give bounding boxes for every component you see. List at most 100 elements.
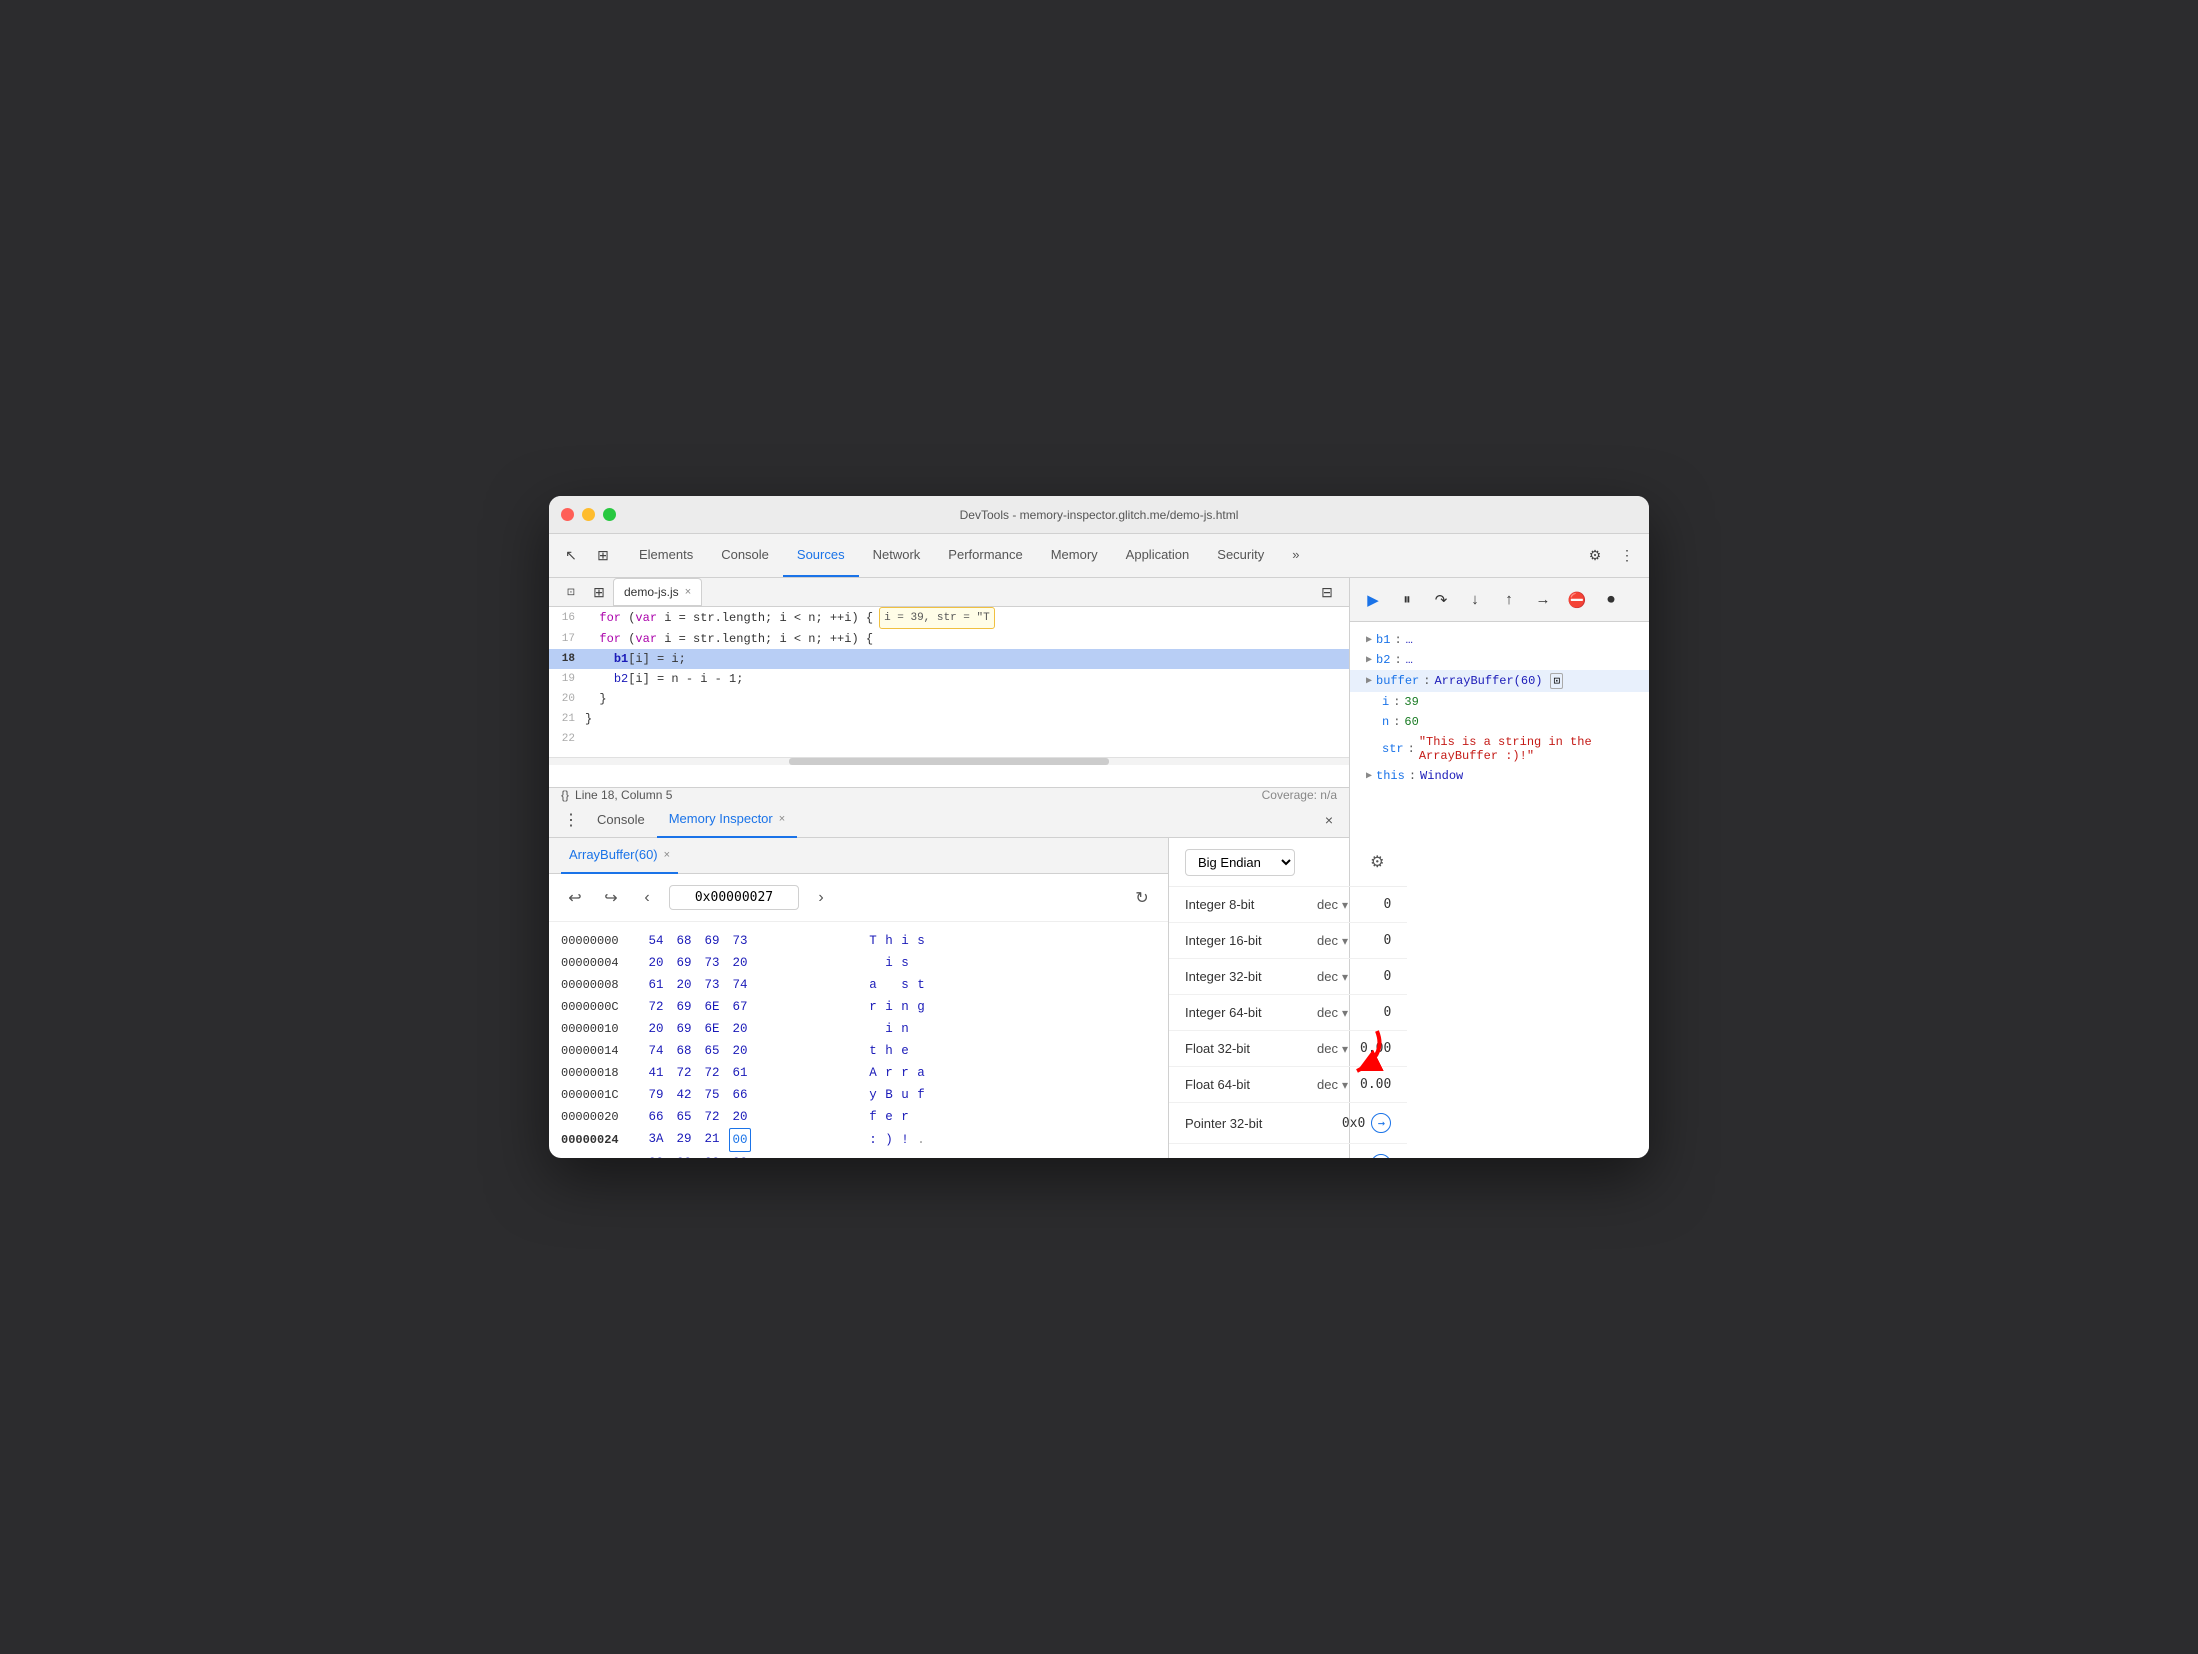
vi-label-ptr64: Pointer 64-bit — [1185, 1157, 1305, 1159]
endian-select[interactable]: Big Endian Little Endian — [1185, 849, 1295, 876]
code-line-17: 17 for (var i = str.length; i < n; ++i) … — [549, 629, 1349, 649]
vi-dropdown-int64[interactable]: ▾ — [1342, 1006, 1348, 1020]
step-over-btn[interactable]: ↷ — [1426, 585, 1456, 615]
record-btn[interactable]: ⏺ — [1596, 585, 1626, 615]
tab-application[interactable]: Application — [1112, 534, 1204, 577]
scope-item-buffer[interactable]: ▶ buffer : ArrayBuffer(60) ⊡ — [1350, 670, 1649, 692]
nav-history-back[interactable]: ↩ — [561, 884, 589, 912]
scope-item-this[interactable]: ▶ this : Window — [1350, 766, 1649, 786]
vi-label-int64: Integer 64-bit — [1185, 1005, 1305, 1020]
scroll-indicator — [549, 757, 1349, 765]
hex-refresh-btn[interactable]: ↻ — [1128, 884, 1156, 912]
buffer-tab-close[interactable]: × — [664, 849, 670, 861]
hex-viewer: ArrayBuffer(60) × ↩ ↪ ‹ › ↻ — [549, 838, 1169, 1158]
tab-elements[interactable]: Elements — [625, 534, 707, 577]
vi-settings-btn[interactable]: ⚙ — [1363, 848, 1391, 876]
cursor-icon-btn[interactable]: ↖ — [557, 542, 585, 570]
status-right: Coverage: n/a — [1262, 788, 1337, 802]
nav-history-forward[interactable]: ↪ — [597, 884, 625, 912]
nav-prev-page[interactable]: ‹ — [633, 884, 661, 912]
minimize-button[interactable] — [582, 508, 595, 521]
vi-format-float32: dec ▾ — [1317, 1041, 1348, 1056]
nav-next-page[interactable]: › — [807, 884, 835, 912]
vi-dropdown-int16[interactable]: ▾ — [1342, 934, 1348, 948]
memory-inspector-tab-close[interactable]: × — [779, 813, 785, 825]
vi-value-float64: 0.00 — [1360, 1077, 1391, 1092]
source-back-btn[interactable]: ⊡ — [557, 578, 585, 606]
layers-icon-btn[interactable]: ⊞ — [589, 542, 617, 570]
hex-address-input[interactable] — [669, 885, 799, 910]
vi-format-int64: dec ▾ — [1317, 1005, 1348, 1020]
vi-dropdown-int8[interactable]: ▾ — [1342, 898, 1348, 912]
vi-label-int32: Integer 32-bit — [1185, 969, 1305, 984]
scope-item-b1[interactable]: ▶ b1 : … — [1350, 630, 1649, 650]
code-line-19: 19 b2[i] = n - i - 1; — [549, 669, 1349, 689]
scroll-thumb[interactable] — [789, 758, 1109, 765]
hex-navigation: ↩ ↪ ‹ › ↻ — [549, 874, 1168, 922]
vi-row-int64: Integer 64-bit dec ▾ 0 — [1169, 995, 1407, 1031]
vi-format-float64: dec ▾ — [1317, 1077, 1348, 1092]
tab-sources[interactable]: Sources — [783, 534, 859, 577]
vi-dropdown-int32[interactable]: ▾ — [1342, 970, 1348, 984]
vi-label-ptr32: Pointer 32-bit — [1185, 1116, 1305, 1131]
hex-row: 0000001C 79 42 75 66 y B u — [561, 1084, 1156, 1106]
hex-table[interactable]: 00000000 54 68 69 73 T h i — [549, 922, 1168, 1158]
resume-btn[interactable]: ▶ — [1358, 585, 1388, 615]
maximize-button[interactable] — [603, 508, 616, 521]
pointer-64-follow-btn[interactable]: → — [1371, 1154, 1391, 1158]
window-title: DevTools - memory-inspector.glitch.me/de… — [960, 508, 1239, 522]
pause-btn[interactable]: ⏸ — [1392, 585, 1422, 615]
array-buffer-icon[interactable]: ⊡ — [1550, 673, 1563, 689]
status-left: {} Line 18, Column 5 — [561, 788, 672, 802]
vi-label-float64: Float 64-bit — [1185, 1077, 1305, 1092]
tab-security[interactable]: Security — [1203, 534, 1278, 577]
more-icon-btn[interactable]: ⋮ — [1613, 542, 1641, 570]
tab-network[interactable]: Network — [859, 534, 935, 577]
devtools-right-actions: ⚙ ⋮ — [1581, 542, 1641, 570]
step-out-btn[interactable]: ↑ — [1494, 585, 1524, 615]
vi-format-int16: dec ▾ — [1317, 933, 1348, 948]
source-tab-close[interactable]: × — [685, 586, 691, 598]
deactivate-btn[interactable]: ⛔ — [1562, 585, 1592, 615]
hex-row: 00000000 54 68 69 73 T h i — [561, 930, 1156, 952]
bottom-panel-close-btn[interactable]: × — [1317, 808, 1341, 832]
source-panel-toggle[interactable]: ⊞ — [585, 578, 613, 606]
source-file-name: demo-js.js — [624, 585, 679, 599]
tab-more[interactable]: » — [1278, 534, 1313, 577]
tab-console-bottom[interactable]: Console — [585, 802, 657, 838]
value-inspector-header: Big Endian Little Endian ⚙ — [1169, 838, 1407, 887]
tab-memory[interactable]: Memory — [1037, 534, 1112, 577]
vi-value-ptr64: 0x0 → — [1342, 1154, 1391, 1158]
hex-row: 00000028 00 00 00 00 . . . — [561, 1152, 1156, 1158]
hex-row: 00000004 20 69 73 20 i s — [561, 952, 1156, 974]
step-into-btn[interactable]: ↓ — [1460, 585, 1490, 615]
code-line-20: 20 } — [549, 689, 1349, 709]
vi-row-ptr64: Pointer 64-bit 0x0 → — [1169, 1144, 1407, 1158]
settings-icon-btn[interactable]: ⚙ — [1581, 542, 1609, 570]
close-button[interactable] — [561, 508, 574, 521]
pointer-32-follow-btn[interactable]: → — [1371, 1113, 1391, 1133]
vi-dropdown-float64[interactable]: ▾ — [1342, 1078, 1348, 1092]
memory-inspector: ArrayBuffer(60) × ↩ ↪ ‹ › ↻ — [549, 838, 1349, 1158]
vi-value-ptr32: 0x0 → — [1342, 1113, 1391, 1133]
scope-expand-buffer: ▶ — [1366, 675, 1372, 687]
hex-row: 00000010 20 69 6E 20 i n — [561, 1018, 1156, 1040]
hex-row: 00000008 61 20 73 74 a s — [561, 974, 1156, 996]
scope-item-str: str : "This is a string in the ArrayBuff… — [1350, 732, 1649, 766]
bottom-panel-menu-btn[interactable]: ⋮ — [557, 806, 585, 834]
tab-console[interactable]: Console — [707, 534, 783, 577]
vi-dropdown-float32[interactable]: ▾ — [1342, 1042, 1348, 1056]
scope-item-b2[interactable]: ▶ b2 : … — [1350, 650, 1649, 670]
tab-memory-inspector[interactable]: Memory Inspector × — [657, 802, 797, 838]
vi-label-int8: Integer 8-bit — [1185, 897, 1305, 912]
tab-performance[interactable]: Performance — [934, 534, 1036, 577]
step-btn[interactable]: → — [1528, 585, 1558, 615]
vi-value-int32: 0 — [1383, 969, 1391, 984]
source-format-btn[interactable]: ⊟ — [1313, 578, 1341, 606]
buffer-tab-item[interactable]: ArrayBuffer(60) × — [561, 838, 678, 874]
code-line-18: 18 b1[i] = i; — [549, 649, 1349, 669]
devtools-icon-group: ↖ ⊞ — [557, 542, 617, 570]
vi-label-int16: Integer 16-bit — [1185, 933, 1305, 948]
source-file-tab[interactable]: demo-js.js × — [613, 578, 702, 606]
status-bar: {} Line 18, Column 5 Coverage: n/a — [549, 787, 1349, 802]
